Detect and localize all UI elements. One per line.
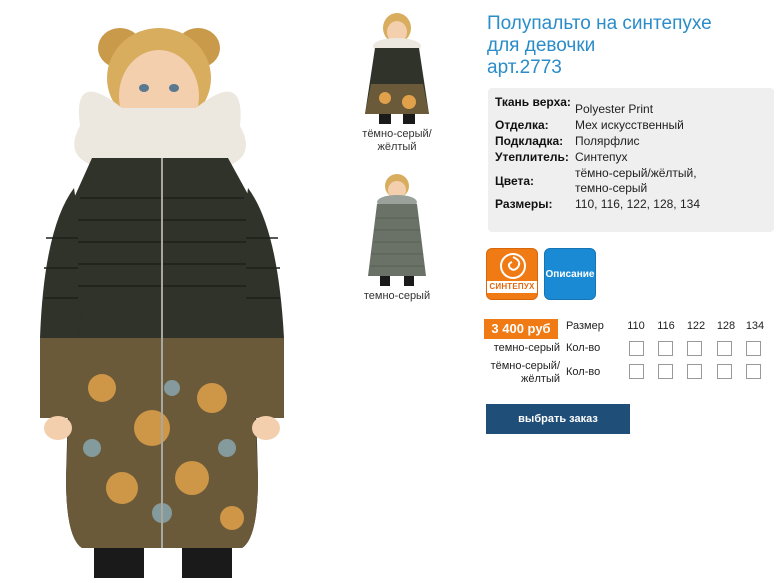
spec-row-sizes: Размеры: 110, 116, 122, 128, 134 [495,197,768,212]
choose-order-label: выбрать заказ [518,413,598,425]
coat-print-photo-icon [365,13,429,124]
qty-checkbox[interactable] [717,364,732,379]
article-number: арт.2773 [487,57,562,78]
swirl-icon [500,253,526,279]
sintepuh-feature-button[interactable]: СИНТЕПУХ [486,248,538,300]
qty-checkbox[interactable] [629,341,644,356]
qty-checkbox[interactable] [746,364,761,379]
description-button[interactable]: Описание [544,248,596,300]
description-label: Описание [545,268,595,280]
size-header: Размер [566,320,604,332]
size-col-header: 122 [686,320,706,332]
qty-checkbox[interactable] [687,364,702,379]
spec-value: Мех искусственный [575,118,684,132]
qty-label: Кол-во [566,342,601,354]
qty-checkbox[interactable] [658,341,673,356]
spec-key: Ткань верха: [495,95,571,109]
size-col-header: 110 [627,320,645,332]
spec-key: Подкладка: [495,134,564,148]
title-line: Полупальто на синтепухе [487,13,712,34]
thumbnail-caption: тёмно-серый/жёлтый [362,128,432,153]
main-product-photo [22,8,312,578]
spec-row-colors: Цвета: тёмно-серый/жёлтый, темно-серый [495,166,768,196]
title-line: для девочки [487,35,596,56]
spec-key: Размеры: [495,197,553,211]
specs-box: Ткань верха: Polyester Print Отделка: Ме… [488,88,774,232]
spec-key: Отделка: [495,118,549,132]
qty-checkbox[interactable] [629,364,644,379]
qty-checkbox[interactable] [687,341,702,356]
spec-value: Полярфлис [575,134,640,148]
choose-order-button[interactable]: выбрать заказ [486,404,630,434]
thumbnail-caption: темно-серый [363,290,431,302]
spec-row-fabric: Ткань верха: Polyester Print [495,95,768,117]
coat-plain-photo-icon [368,174,426,286]
spec-row-insulation: Утеплитель: Синтепух [495,150,768,165]
order-row-color: тёмно-серый/жёлтый [490,360,560,385]
spec-value: тёмно-серый/жёлтый, темно-серый [575,166,697,195]
spec-row-trim: Отделка: Мех искусственный [495,118,768,133]
size-col-header: 128 [716,320,736,332]
spec-value: Polyester Print [575,102,654,116]
qty-label: Кол-во [566,366,601,378]
qty-checkbox[interactable] [717,341,732,356]
spec-row-lining: Подкладка: Полярфлис [495,134,768,149]
spec-value: Синтепух [575,150,628,164]
thumbnail-plain-coat[interactable]: темно-серый [352,172,442,303]
spec-value: 110, 116, 122, 128, 134 [575,197,700,211]
spec-key: Цвета: [495,173,535,188]
size-col-header: 134 [745,320,765,332]
price-badge: 3 400 руб [484,319,558,339]
spec-key: Утеплитель: [495,150,569,164]
qty-checkbox[interactable] [746,341,761,356]
product-title: Полупальто на синтепухе для девочки арт.… [487,13,777,79]
sintepuh-label: СИНТЕПУХ [487,281,537,293]
size-col-header: 116 [657,320,675,332]
thumbnail-print-coat[interactable]: тёмно-серый/жёлтый [352,10,442,154]
qty-checkbox[interactable] [658,364,673,379]
order-row-color: темно-серый [493,342,560,354]
